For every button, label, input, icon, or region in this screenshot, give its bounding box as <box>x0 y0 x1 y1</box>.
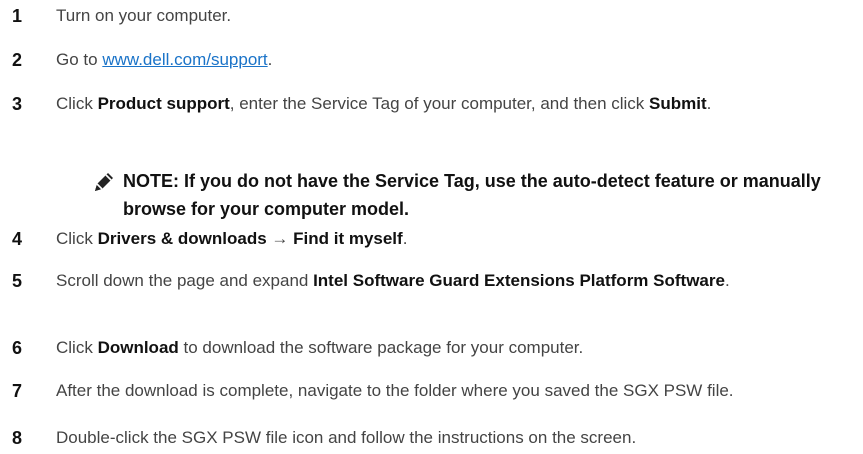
step-text-part: Click <box>56 229 98 248</box>
step-text-part: Click <box>56 338 98 357</box>
instruction-document: 1 Turn on your computer. 2 Go to www.del… <box>0 0 863 454</box>
step-text: Turn on your computer. <box>56 6 232 25</box>
step-number: 5 <box>12 271 23 291</box>
step-number: 8 <box>12 428 23 448</box>
step-number: 7 <box>12 381 23 401</box>
ui-term-find-it-myself: Find it myself <box>293 229 403 248</box>
step-text: After the download is complete, navigate… <box>56 381 734 400</box>
ui-term-submit: Submit <box>649 94 707 113</box>
step-text-part: . <box>267 50 273 69</box>
step-text: Double-click the SGX PSW file icon and f… <box>56 428 637 447</box>
pencil-icon <box>93 171 115 193</box>
step-text-part: Go to <box>56 50 103 69</box>
ui-term-download: Download <box>97 338 179 357</box>
ui-term-drivers-downloads: Drivers & downloads <box>97 229 267 248</box>
step-number: 6 <box>12 338 23 358</box>
note-text: NOTE: If you do not have the Service Tag… <box>123 171 821 219</box>
step-text-part: , enter the Service Tag of your computer… <box>229 94 650 113</box>
step-text: Click Product support, enter the Service… <box>56 92 846 116</box>
ui-term-intel-sgx-software: Intel Software Guard Extensions Platform… <box>313 271 725 290</box>
step-text-part: to download the software package for you… <box>178 338 584 357</box>
step-text: Click Drivers & downloads → Find it myse… <box>56 227 846 251</box>
step-text: Go to www.dell.com/support. <box>56 48 846 72</box>
step-number: 2 <box>12 50 23 70</box>
step-number: 3 <box>12 94 23 114</box>
step-text-part: Click <box>56 94 98 113</box>
step-text-part: → <box>266 229 294 248</box>
step-text-part: . <box>706 94 712 113</box>
step-text: Scroll down the page and expand Intel So… <box>56 269 846 293</box>
step-number: 1 <box>12 6 23 26</box>
step-text-part: Scroll down the page and expand <box>56 271 314 290</box>
ui-term-product-support: Product support <box>97 94 230 113</box>
step-text: Click Download to download the software … <box>56 336 846 360</box>
step-text-part: . <box>402 229 408 248</box>
dell-support-link[interactable]: www.dell.com/support <box>102 50 267 69</box>
step-text-part: . <box>724 271 730 290</box>
step-number: 4 <box>12 229 23 249</box>
